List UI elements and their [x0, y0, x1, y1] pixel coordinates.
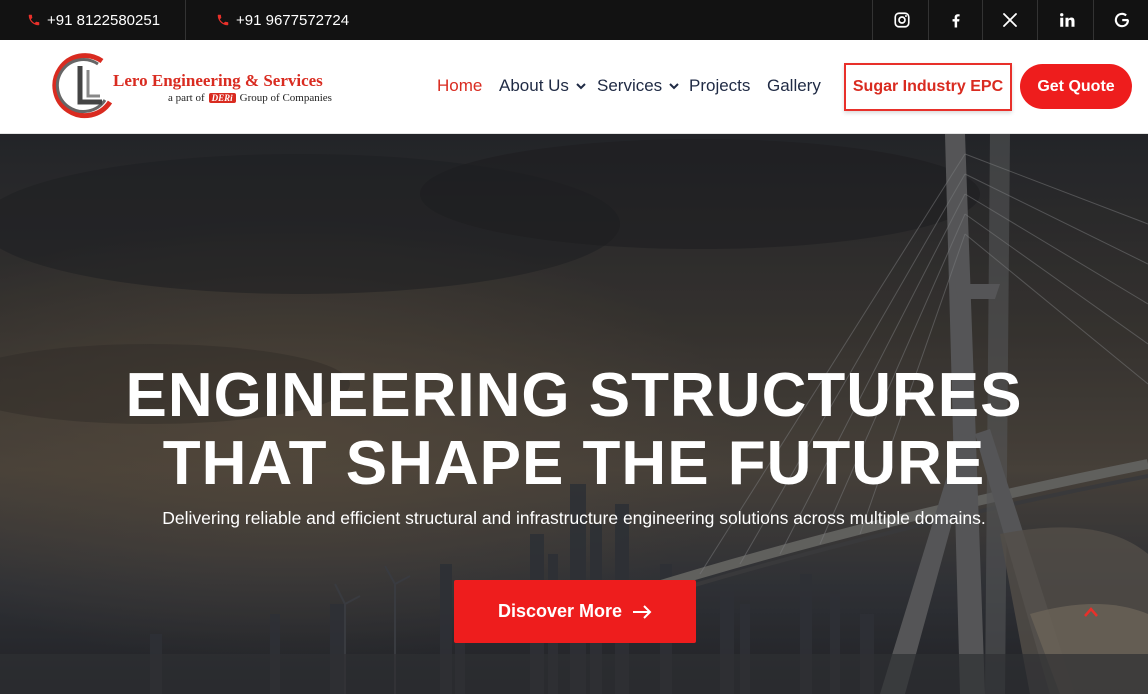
- nav-gallery-label: Gallery: [767, 76, 821, 95]
- hero-subtitle: Delivering reliable and efficient struct…: [162, 508, 986, 528]
- chevron-down-icon: [576, 83, 586, 90]
- nav-services[interactable]: Services: [597, 76, 680, 96]
- instagram-icon: [894, 12, 910, 28]
- phone-link-1[interactable]: +91 8122580251: [27, 0, 160, 40]
- linkedin-icon: [1060, 13, 1075, 27]
- company-logo[interactable]: Lero Engineering & Services a part of DE…: [50, 52, 335, 122]
- logo-mark-icon: [52, 53, 113, 119]
- divider: [872, 0, 873, 40]
- linkedin-link[interactable]: [1039, 0, 1095, 40]
- nav-gallery[interactable]: Gallery: [767, 76, 821, 96]
- hero-title: ENGINEERING STRUCTURES THAT SHAPE THE FU…: [0, 362, 1148, 498]
- phone-link-2[interactable]: +91 9677572724: [216, 0, 349, 40]
- phone-icon: [28, 14, 40, 26]
- arrow-right-icon: [633, 604, 652, 619]
- nav-about-us[interactable]: About Us: [499, 76, 587, 96]
- nav-projects[interactable]: Projects: [689, 76, 750, 96]
- discover-more-label: Discover More: [497, 601, 623, 621]
- x-link[interactable]: [982, 0, 1038, 40]
- phone-number-2: +91 9677572724: [236, 11, 350, 29]
- logo-title: Lero Engineering & Services: [113, 71, 323, 90]
- nav-home[interactable]: Home: [437, 76, 482, 96]
- top-contact-bar: +91 8122580251 +91 9677572724: [0, 0, 1148, 40]
- nav-services-label: Services: [597, 76, 663, 95]
- hero-title-line-1: ENGINEERING STRUCTURES: [125, 361, 1023, 430]
- main-navbar: Lero Engineering & Services a part of DE…: [0, 40, 1148, 134]
- phone-number-1: +91 8122580251: [47, 11, 161, 29]
- phone-icon: [217, 14, 229, 26]
- nav-about-label: About Us: [499, 76, 569, 95]
- google-link[interactable]: [1094, 0, 1148, 40]
- instagram-link[interactable]: [874, 0, 930, 40]
- divider: [185, 0, 186, 40]
- get-quote-button[interactable]: Get Quote: [1020, 64, 1132, 109]
- divider: [1037, 0, 1038, 40]
- nav-projects-label: Projects: [689, 76, 751, 95]
- facebook-link[interactable]: [928, 0, 984, 40]
- scroll-up-icon[interactable]: [1083, 606, 1099, 618]
- hero-section: ENGINEERING STRUCTURES THAT SHAPE THE FU…: [0, 134, 1148, 694]
- chevron-down-icon: [669, 83, 679, 90]
- facebook-icon: [952, 14, 960, 28]
- logo-sub-suffix: Group of Companies: [239, 92, 332, 104]
- nav-home-label: Home: [437, 76, 483, 95]
- logo-subtitle: a part of DERi Group of Companies: [168, 92, 332, 104]
- x-icon: [1003, 13, 1017, 27]
- sugar-industry-epc-button[interactable]: Sugar Industry EPC: [844, 63, 1012, 111]
- logo-sub-brand: DERi: [208, 93, 236, 103]
- logo-sub-prefix: a part of: [168, 92, 205, 104]
- hero-title-line-2: THAT SHAPE THE FUTURE: [162, 429, 986, 498]
- discover-more-button[interactable]: Discover More: [454, 580, 696, 643]
- google-icon: [1114, 12, 1130, 28]
